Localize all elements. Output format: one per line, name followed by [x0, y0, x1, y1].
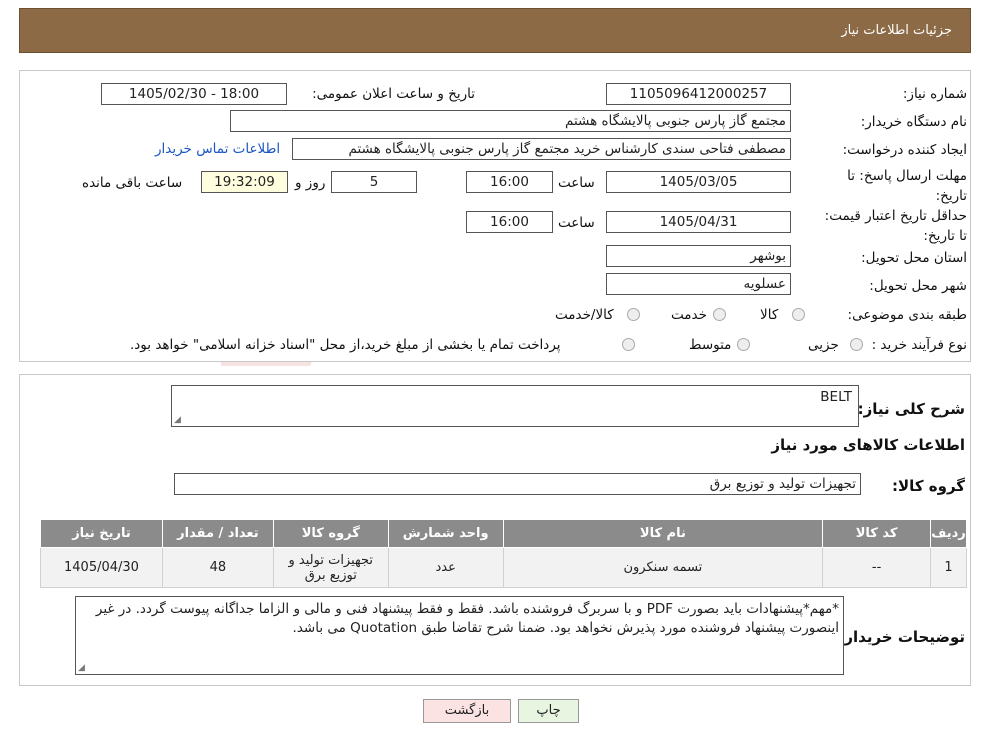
validity-time-label: ساعت	[558, 215, 595, 231]
cell-name: تسمه سنکرون	[502, 547, 824, 588]
summary-text: BELT	[820, 389, 852, 405]
buyer-field: مجتمع گاز پارس جنوبی پالایشگاه هشتم	[230, 110, 791, 132]
announce-field: 1405/02/30 - 18:00	[101, 83, 287, 105]
category-radio-goods[interactable]	[792, 308, 805, 321]
col-code: کد کالا	[822, 519, 932, 548]
buyer-contact-link[interactable]: اطلاعات تماس خریدار	[155, 141, 280, 157]
resize-handle-icon[interactable]: ◢	[78, 663, 85, 673]
cell-qty: 48	[161, 547, 274, 588]
notes-textarea: *مهم*پیشنهادات باید بصورت PDF و با سربرگ…	[75, 596, 844, 675]
group-field: تجهیزات تولید و توزیع برق	[174, 473, 861, 495]
need-number-label: شماره نیاز:	[902, 86, 967, 102]
process-option-minor: جزیی	[808, 337, 839, 353]
col-qty: تعداد / مقدار	[161, 519, 274, 548]
city-field: عسلویه	[606, 273, 791, 295]
creator-field: مصطفی فتاحی سندی کارشناس خرید مجتمع گاز …	[292, 138, 791, 160]
process-label: نوع فرآیند خرید :	[871, 337, 967, 353]
validity-date-field: 1405/04/31	[606, 211, 791, 233]
table-header-row: ردیف کد کالا نام کالا واحد شمارش گروه کا…	[40, 519, 967, 548]
process-option-medium: متوسط	[689, 337, 732, 353]
category-option-both: کالا/خدمت	[555, 307, 614, 323]
deadline-time-field: 16:00	[466, 171, 553, 193]
goods-info-title: اطلاعات کالاهای مورد نیاز	[771, 436, 965, 454]
remaining-label: ساعت باقی مانده	[82, 175, 183, 191]
need-number-field: 1105096412000257	[606, 83, 791, 105]
notes-text: *مهم*پیشنهادات باید بصورت PDF و با سربرگ…	[95, 601, 839, 636]
process-radio-minor[interactable]	[850, 338, 863, 351]
col-date: تاریخ نیاز	[40, 519, 163, 548]
print-button[interactable]: چاپ	[518, 699, 579, 723]
cell-group: تجهیزات تولید و توزیع برق	[272, 547, 389, 588]
category-radio-both[interactable]	[627, 308, 640, 321]
deadline-date-field: 1405/03/05	[606, 171, 791, 193]
col-unit: واحد شمارش	[387, 519, 504, 548]
back-button[interactable]: بازگشت	[423, 699, 511, 723]
city-label: شهر محل تحویل:	[869, 278, 967, 294]
validity-time-field: 16:00	[466, 211, 553, 233]
days-label: روز و	[295, 175, 326, 191]
summary-textarea: BELT ◢	[171, 385, 859, 427]
notes-label: توضیحات خریدار:	[838, 628, 965, 646]
goods-table: ردیف کد کالا نام کالا واحد شمارش گروه کا…	[40, 519, 967, 588]
days-field: 5	[331, 171, 417, 193]
col-group: گروه کالا	[272, 519, 389, 548]
buyer-label: نام دستگاه خریدار:	[860, 114, 967, 130]
category-radio-service[interactable]	[713, 308, 726, 321]
province-field: بوشهر	[606, 245, 791, 267]
process-checkbox-treasury[interactable]	[622, 338, 635, 351]
table-row: 1 -- تسمه سنکرون عدد تجهیزات تولید و توز…	[40, 547, 967, 588]
category-option-service: خدمت	[671, 307, 707, 323]
process-note: پرداخت تمام یا بخشی از مبلغ خرید،از محل …	[130, 337, 561, 353]
remaining-time-field: 19:32:09	[201, 171, 288, 193]
process-radio-medium[interactable]	[737, 338, 750, 351]
category-label: طبقه بندی موضوعی:	[847, 307, 967, 323]
cell-code: --	[822, 547, 932, 588]
cell-unit: عدد	[387, 547, 504, 588]
creator-label: ایجاد کننده درخواست:	[842, 142, 967, 158]
category-option-goods: کالا	[760, 307, 779, 323]
announce-label: تاریخ و ساعت اعلان عمومی:	[312, 86, 475, 102]
cell-date: 1405/04/30	[40, 547, 163, 588]
deadline-label: مهلت ارسال پاسخ: تا تاریخ:	[847, 168, 967, 204]
col-name: نام کالا	[502, 519, 824, 548]
resize-handle-icon[interactable]: ◢	[174, 415, 181, 425]
summary-label: شرح کلی نیاز:	[857, 400, 965, 418]
group-label: گروه کالا:	[892, 477, 965, 495]
cell-row: 1	[930, 547, 967, 588]
page-header: جزئیات اطلاعات نیاز	[19, 8, 971, 53]
deadline-time-label: ساعت	[558, 175, 595, 191]
page-title: جزئیات اطلاعات نیاز	[841, 23, 952, 38]
validity-label: حداقل تاریخ اعتبار قیمت: تا تاریخ:	[824, 208, 967, 244]
province-label: استان محل تحویل:	[861, 250, 967, 266]
col-row: ردیف	[930, 519, 967, 548]
